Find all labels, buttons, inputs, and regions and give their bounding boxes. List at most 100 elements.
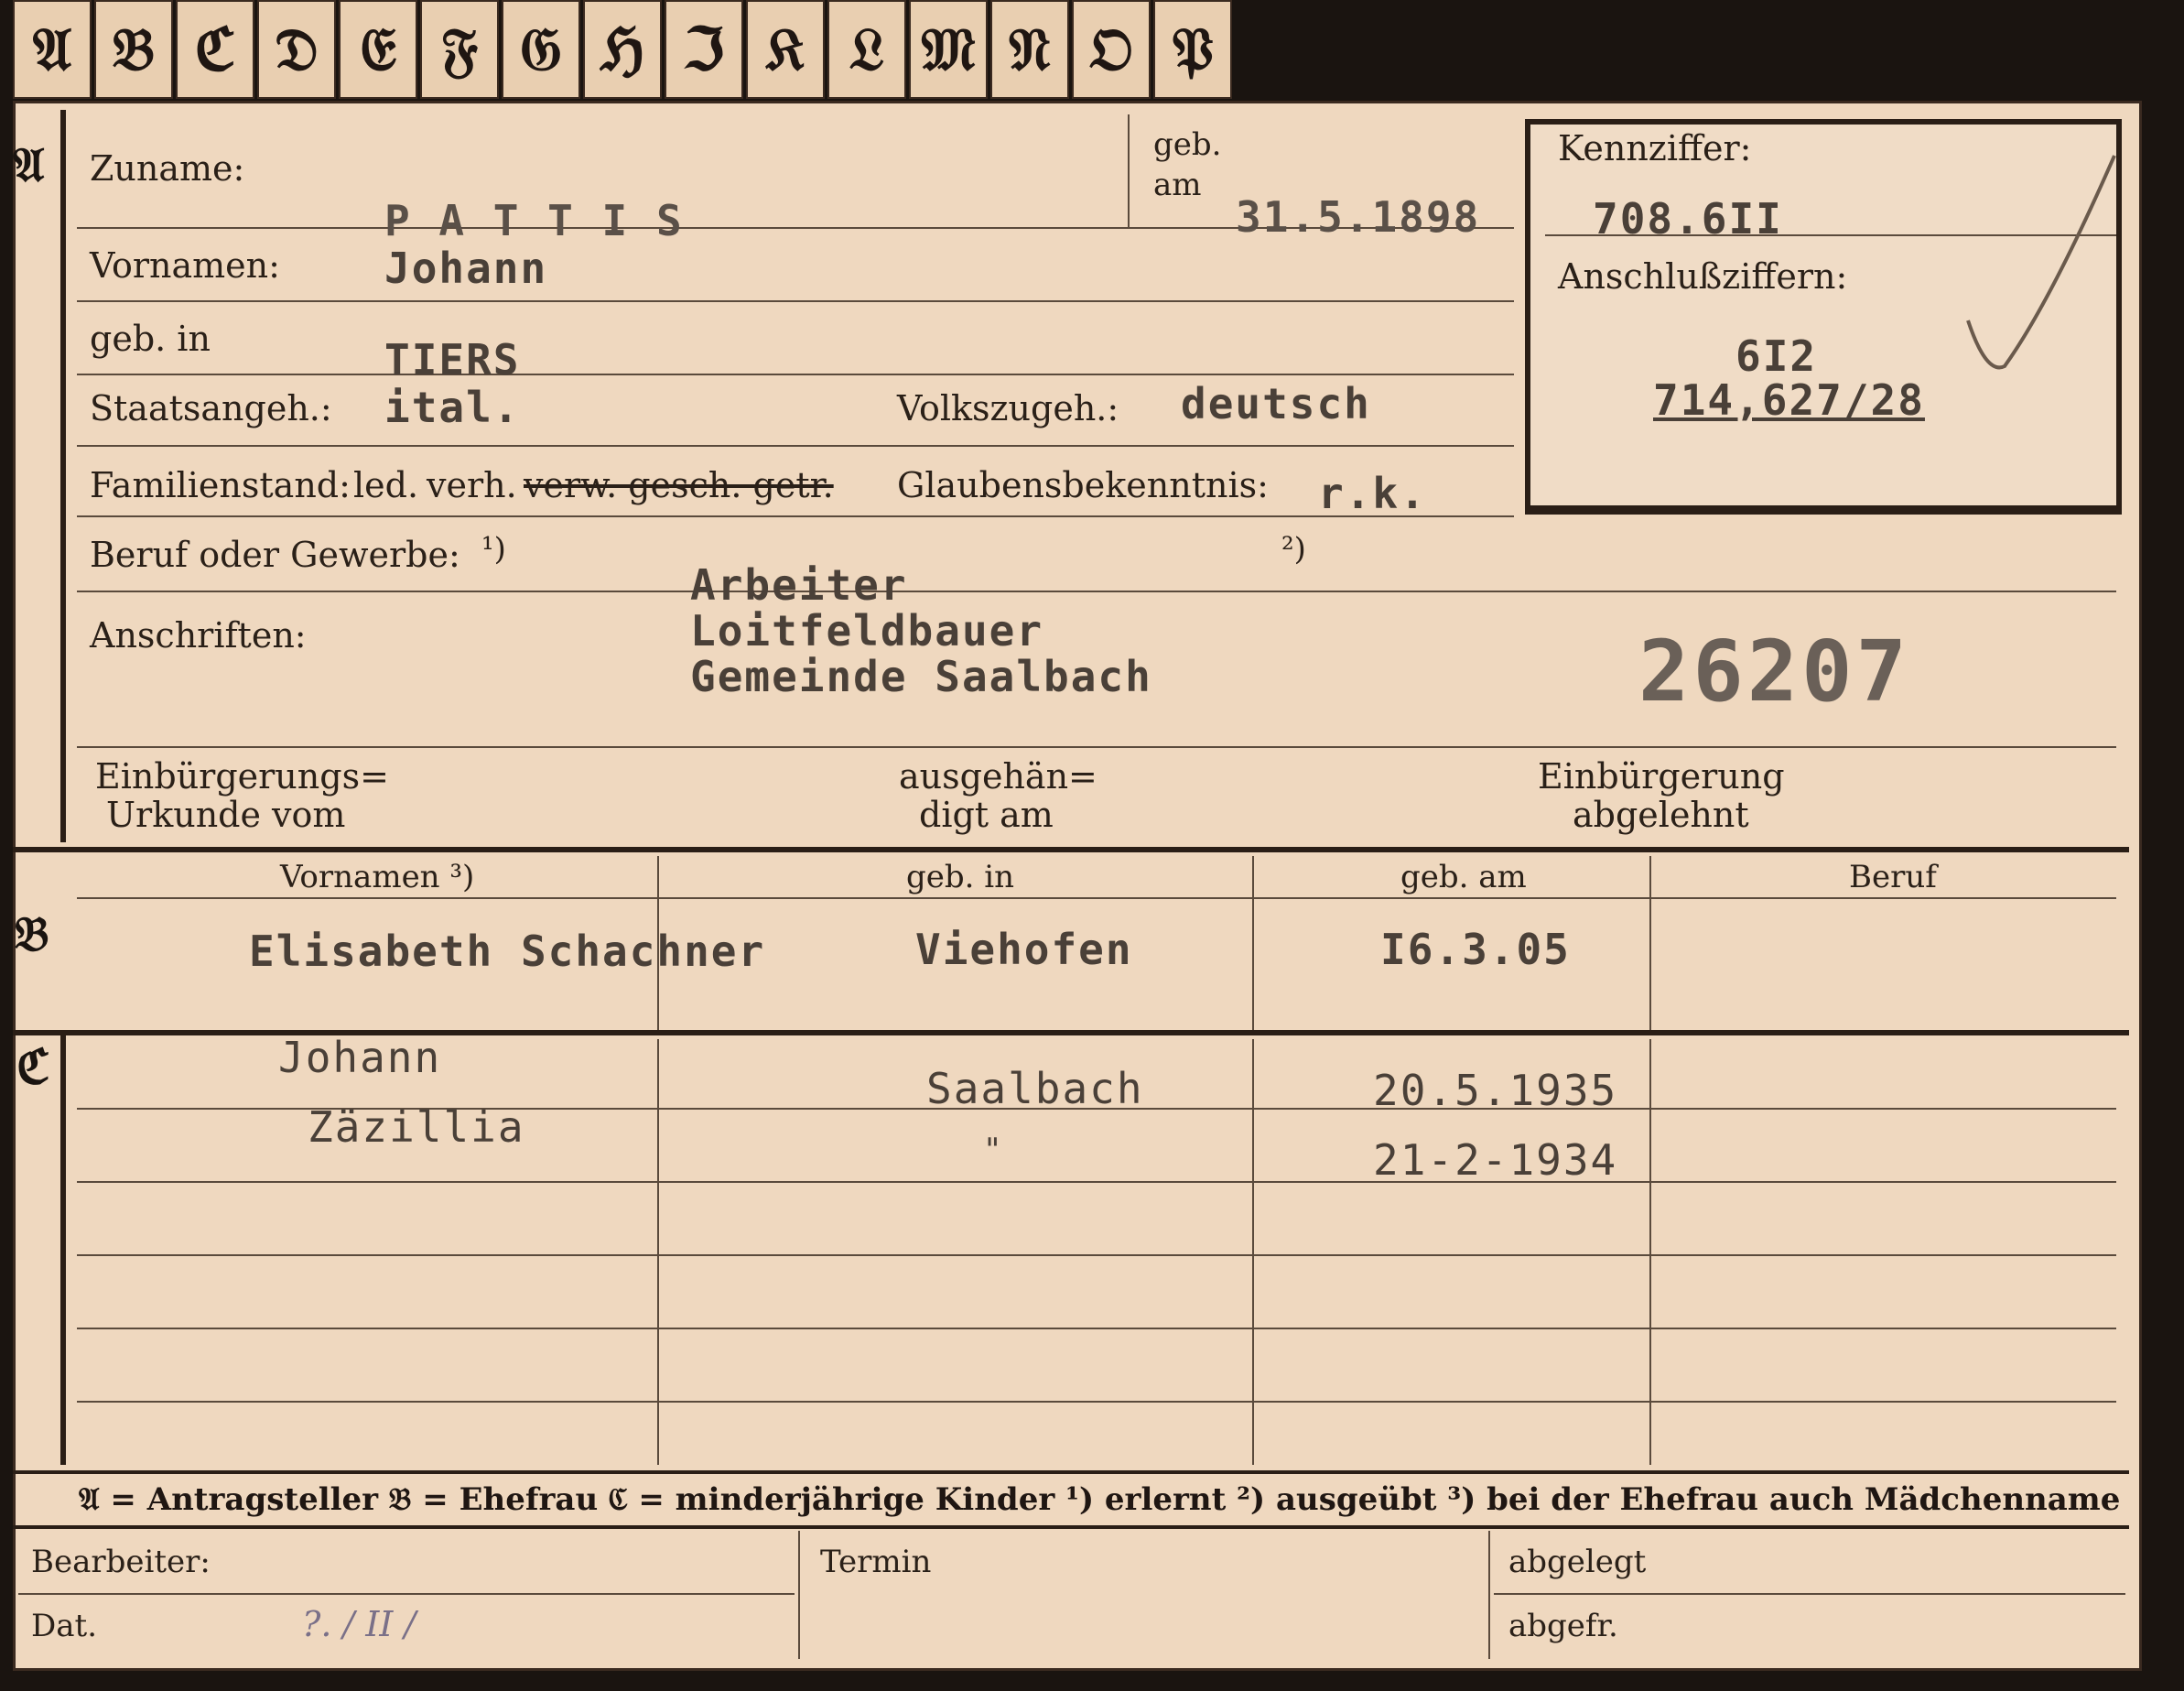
wife-header-birthplace: geb. in [906, 859, 1015, 895]
rule [1494, 1593, 2125, 1595]
marital-option-married: verh. [427, 465, 517, 505]
citizenship-label: Staatsangeh.: [90, 388, 332, 428]
linked-value-2: 714,627/28 [1653, 375, 1925, 425]
wife-header-born: geb. am [1400, 859, 1527, 895]
rule [77, 1181, 2116, 1183]
code-label: Kennziffer: [1558, 128, 1752, 168]
alphabet-tab[interactable]: 𝔏 [827, 0, 906, 99]
address-line-1: Loitfeldbauer [690, 606, 1044, 656]
child-2-born: 21-2-1934 [1373, 1135, 1618, 1185]
section-b-letter: 𝔅 [15, 906, 49, 962]
legend-top [13, 1470, 2129, 1474]
legend-text: 𝔄 = Antragsteller 𝔅 = Ehefrau ℭ = minder… [79, 1481, 2121, 1518]
born-label-2: am [1153, 167, 1202, 203]
alphabet-tab[interactable]: 𝔄 [13, 0, 92, 99]
surname-value: P A T T I S [384, 196, 684, 245]
wife-born: I6.3.05 [1380, 925, 1571, 974]
alphabet-tab[interactable]: 𝔒 [1072, 0, 1151, 99]
filed-label: abgelegt [1508, 1544, 1647, 1580]
child-1-birthplace: Saalbach [926, 1064, 1144, 1113]
alphabet-tab[interactable]: 𝔉 [420, 0, 499, 99]
rule [77, 591, 2116, 592]
child-1-born: 20.5.1935 [1373, 1066, 1618, 1115]
born-label-1: geb. [1153, 126, 1222, 163]
editor-label: Bearbeiter: [31, 1544, 211, 1580]
alphabet-tab[interactable]: 𝔎 [746, 0, 825, 99]
wife-birthplace: Viehofen [915, 925, 1133, 974]
refused-label-2: abgelehnt [1573, 795, 1749, 835]
naturalization-label-1: Einbürgerungs= [95, 756, 389, 797]
occupation-note-1: ¹) [481, 531, 506, 568]
child-1-name: Johann [278, 1033, 442, 1082]
firstnames-value: Johann [384, 244, 548, 293]
citizenship-value: ital. [384, 383, 521, 432]
naturalization-label-2: Urkunde vom [106, 795, 346, 835]
handed-label-1: ausgehän= [899, 756, 1097, 797]
deadline-label: Termin [820, 1544, 932, 1580]
alphabet-tabs: 𝔄𝔅ℭ𝔇𝔈𝔉𝔊ℌℑ𝔎𝔏𝔐𝔑𝔒𝔓 [13, 0, 1235, 103]
section-c-letter: ℭ [16, 1039, 50, 1095]
firstnames-label: Vornamen: [90, 245, 280, 286]
wife-header-occupation: Beruf [1849, 859, 1937, 895]
date-value: ?. / II / [302, 1604, 416, 1644]
rule [18, 1593, 795, 1595]
alphabet-tab[interactable]: 𝔈 [339, 0, 417, 99]
handed-label-2: digt am [919, 795, 1054, 835]
date-label: Dat. [31, 1608, 98, 1644]
alphabet-tab[interactable]: ℌ [583, 0, 662, 99]
surname-label: Zuname: [90, 148, 245, 189]
occupation-note-2: ²) [1281, 531, 1306, 568]
rule [77, 746, 2116, 748]
child-2-name: Zäzillia [308, 1102, 525, 1152]
refused-label-1: Einbürgerung [1538, 756, 1785, 797]
born-date-value: 31.5.1898 [1236, 192, 1481, 242]
alphabet-tab[interactable]: ℑ [665, 0, 743, 99]
occupation-value: Arbeiter [690, 560, 908, 610]
alphabet-tab[interactable]: 𝔐 [909, 0, 988, 99]
birthplace-value: TIERS [384, 335, 521, 385]
alphabet-tab[interactable]: 𝔓 [1153, 0, 1232, 99]
marital-option-struck: verw. gesch. getr. [524, 465, 834, 505]
religion-value: r.k. [1318, 469, 1427, 518]
religion-label: Glaubensbekenntnis: [897, 465, 1269, 505]
rule [1649, 856, 1651, 1030]
legend-bottom [13, 1525, 2129, 1529]
marital-option-single: led. [353, 465, 419, 505]
address-label: Anschriften: [90, 615, 307, 656]
ethnicity-value: deutsch [1181, 379, 1371, 428]
number-stamp: 26207 [1638, 623, 1910, 721]
birthplace-label: geb. in [90, 319, 211, 359]
alphabet-tab[interactable]: 𝔊 [502, 0, 580, 99]
rule [77, 897, 2116, 899]
wife-header-firstnames: Vornamen ³) [280, 859, 475, 895]
linked-label: Anschlußziffern: [1558, 256, 1848, 297]
rule [77, 1254, 2116, 1256]
left-border [60, 110, 66, 842]
alphabet-tab[interactable]: 𝔇 [257, 0, 336, 99]
sent-label: abgefr. [1508, 1608, 1618, 1644]
alphabet-tab[interactable]: 𝔅 [94, 0, 173, 99]
child-2-birthplace: " [983, 1132, 1004, 1168]
rule [77, 445, 1514, 447]
rule [77, 374, 1514, 375]
rule [77, 515, 1514, 517]
rule [1128, 114, 1130, 229]
marital-label: Familienstand: [90, 465, 351, 505]
rule [77, 300, 1514, 302]
rule [798, 1531, 800, 1659]
code-value: 708.6II [1593, 194, 1783, 244]
address-line-2: Gemeinde Saalbach [690, 652, 1152, 701]
rule [77, 1328, 2116, 1329]
section-b-top [13, 847, 2129, 852]
section-a-letter: 𝔄 [13, 137, 45, 193]
left-border-c [60, 1035, 66, 1465]
rule [1488, 1531, 1490, 1659]
check-mark-icon [1966, 155, 2116, 370]
rule [1252, 856, 1254, 1030]
occupation-label: Beruf oder Gewerbe: [90, 535, 460, 575]
alphabet-tab[interactable]: 𝔑 [990, 0, 1069, 99]
wife-name: Elisabeth Schachner [249, 927, 766, 976]
rule [77, 1401, 2116, 1403]
linked-value-1: 6I2 [1735, 331, 1818, 381]
alphabet-tab[interactable]: ℭ [176, 0, 254, 99]
